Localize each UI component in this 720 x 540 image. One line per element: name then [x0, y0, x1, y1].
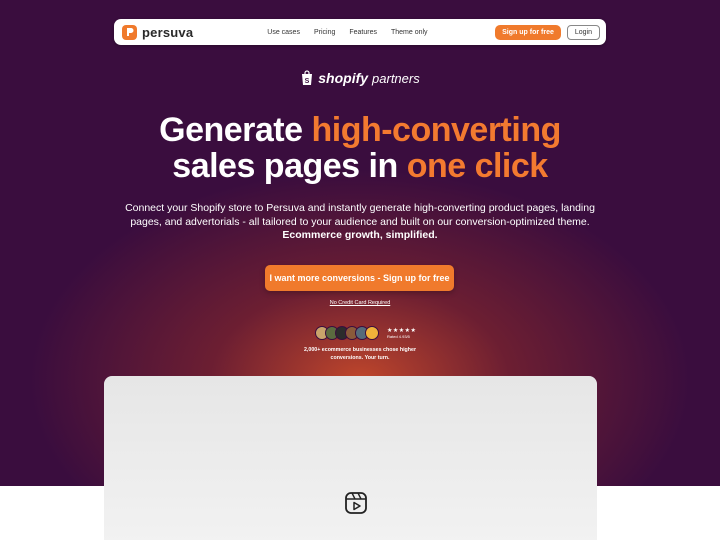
main-cta-button[interactable]: I want more conversions - Sign up for fr…	[265, 265, 454, 291]
hero-subtext: Connect your Shopify store to Persuva an…	[110, 202, 610, 243]
no-credit-card-note[interactable]: No Credit Card Required	[0, 300, 720, 306]
partner-suffix: partners	[372, 70, 420, 86]
svg-text:S: S	[305, 78, 310, 85]
headline-line1-plain: Generate	[159, 111, 312, 149]
nav-link-theme-only[interactable]: Theme only	[391, 29, 428, 36]
rating-text: Rated 4.93/5	[387, 334, 410, 339]
login-button[interactable]: Login	[566, 24, 600, 40]
nav-link-use-cases[interactable]: Use cases	[267, 29, 300, 36]
persuva-logo-icon	[122, 24, 137, 40]
nav-link-features[interactable]: Features	[349, 29, 377, 36]
star-rating-icon: ★★★★★	[387, 328, 417, 334]
headline-line2-accent: one click	[406, 147, 549, 185]
brand-name: persuva	[142, 24, 194, 40]
headline-line2-plain: sales pages in	[172, 147, 407, 185]
navbar: persuva Use cases Pricing Features Theme…	[114, 19, 606, 45]
hero-tagline: Ecommerce growth, simplified.	[282, 229, 438, 241]
hero-description: Connect your Shopify store to Persuva an…	[125, 202, 595, 228]
headline-line1-accent: high-converting	[311, 111, 561, 149]
hero-headline: Generate high-converting sales pages in …	[0, 112, 720, 184]
nav-links: Use cases Pricing Features Theme only	[267, 29, 427, 36]
avatar-stack	[315, 326, 379, 340]
avatar	[365, 326, 379, 340]
brand-logo[interactable]: persuva	[122, 24, 194, 40]
shopify-bag-icon: S	[302, 70, 313, 85]
partner-brand: shopify	[318, 70, 369, 86]
shopify-partners-badge: S shopify partners	[0, 70, 720, 86]
video-panel[interactable]	[104, 376, 597, 540]
play-reel-icon[interactable]	[344, 491, 368, 515]
social-proof: ★★★★★ Rated 4.93/5	[315, 326, 416, 340]
signup-button[interactable]: Sign up for free	[495, 24, 561, 40]
rating: ★★★★★ Rated 4.93/5	[387, 327, 416, 339]
social-proof-text: 2,000+ ecommerce businesses chose higher…	[303, 347, 417, 361]
nav-link-pricing[interactable]: Pricing	[314, 29, 335, 36]
